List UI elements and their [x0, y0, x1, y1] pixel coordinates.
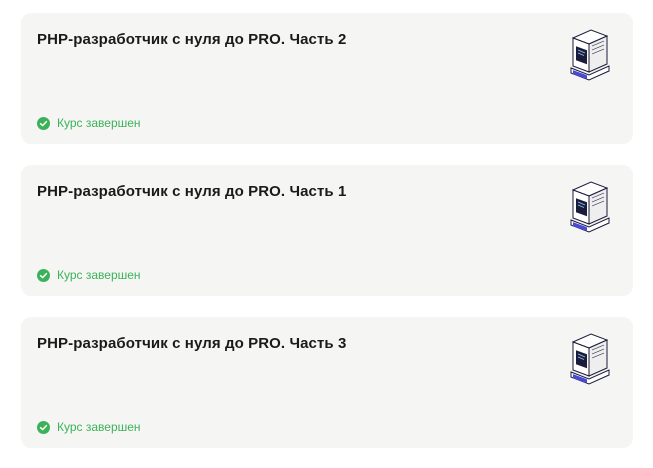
course-title[interactable]: PHP-разработчик с нуля до PRO. Часть 1	[37, 183, 346, 200]
check-circle-icon	[37, 268, 50, 282]
course-card[interactable]: PHP-разработчик с нуля до PRO. Часть 1 К…	[21, 165, 633, 296]
course-card[interactable]: PHP-разработчик с нуля до PRO. Часть 3 К…	[21, 317, 633, 448]
course-card[interactable]: PHP-разработчик с нуля до PRO. Часть 2 К…	[21, 13, 633, 144]
course-status: Курс завершен	[37, 420, 141, 434]
course-title[interactable]: PHP-разработчик с нуля до PRO. Часть 3	[37, 335, 346, 352]
course-list: PHP-разработчик с нуля до PRO. Часть 2 К…	[0, 0, 653, 468]
course-title[interactable]: PHP-разработчик с нуля до PRO. Часть 2	[37, 31, 346, 48]
server-box-icon	[567, 332, 611, 388]
course-status: Курс завершен	[37, 268, 141, 282]
server-box-icon	[567, 28, 611, 84]
server-box-icon	[567, 180, 611, 236]
check-circle-icon	[37, 420, 50, 434]
status-text: Курс завершен	[57, 420, 141, 434]
status-text: Курс завершен	[57, 268, 141, 282]
check-circle-icon	[37, 116, 50, 130]
course-status: Курс завершен	[37, 116, 141, 130]
status-text: Курс завершен	[57, 116, 141, 130]
